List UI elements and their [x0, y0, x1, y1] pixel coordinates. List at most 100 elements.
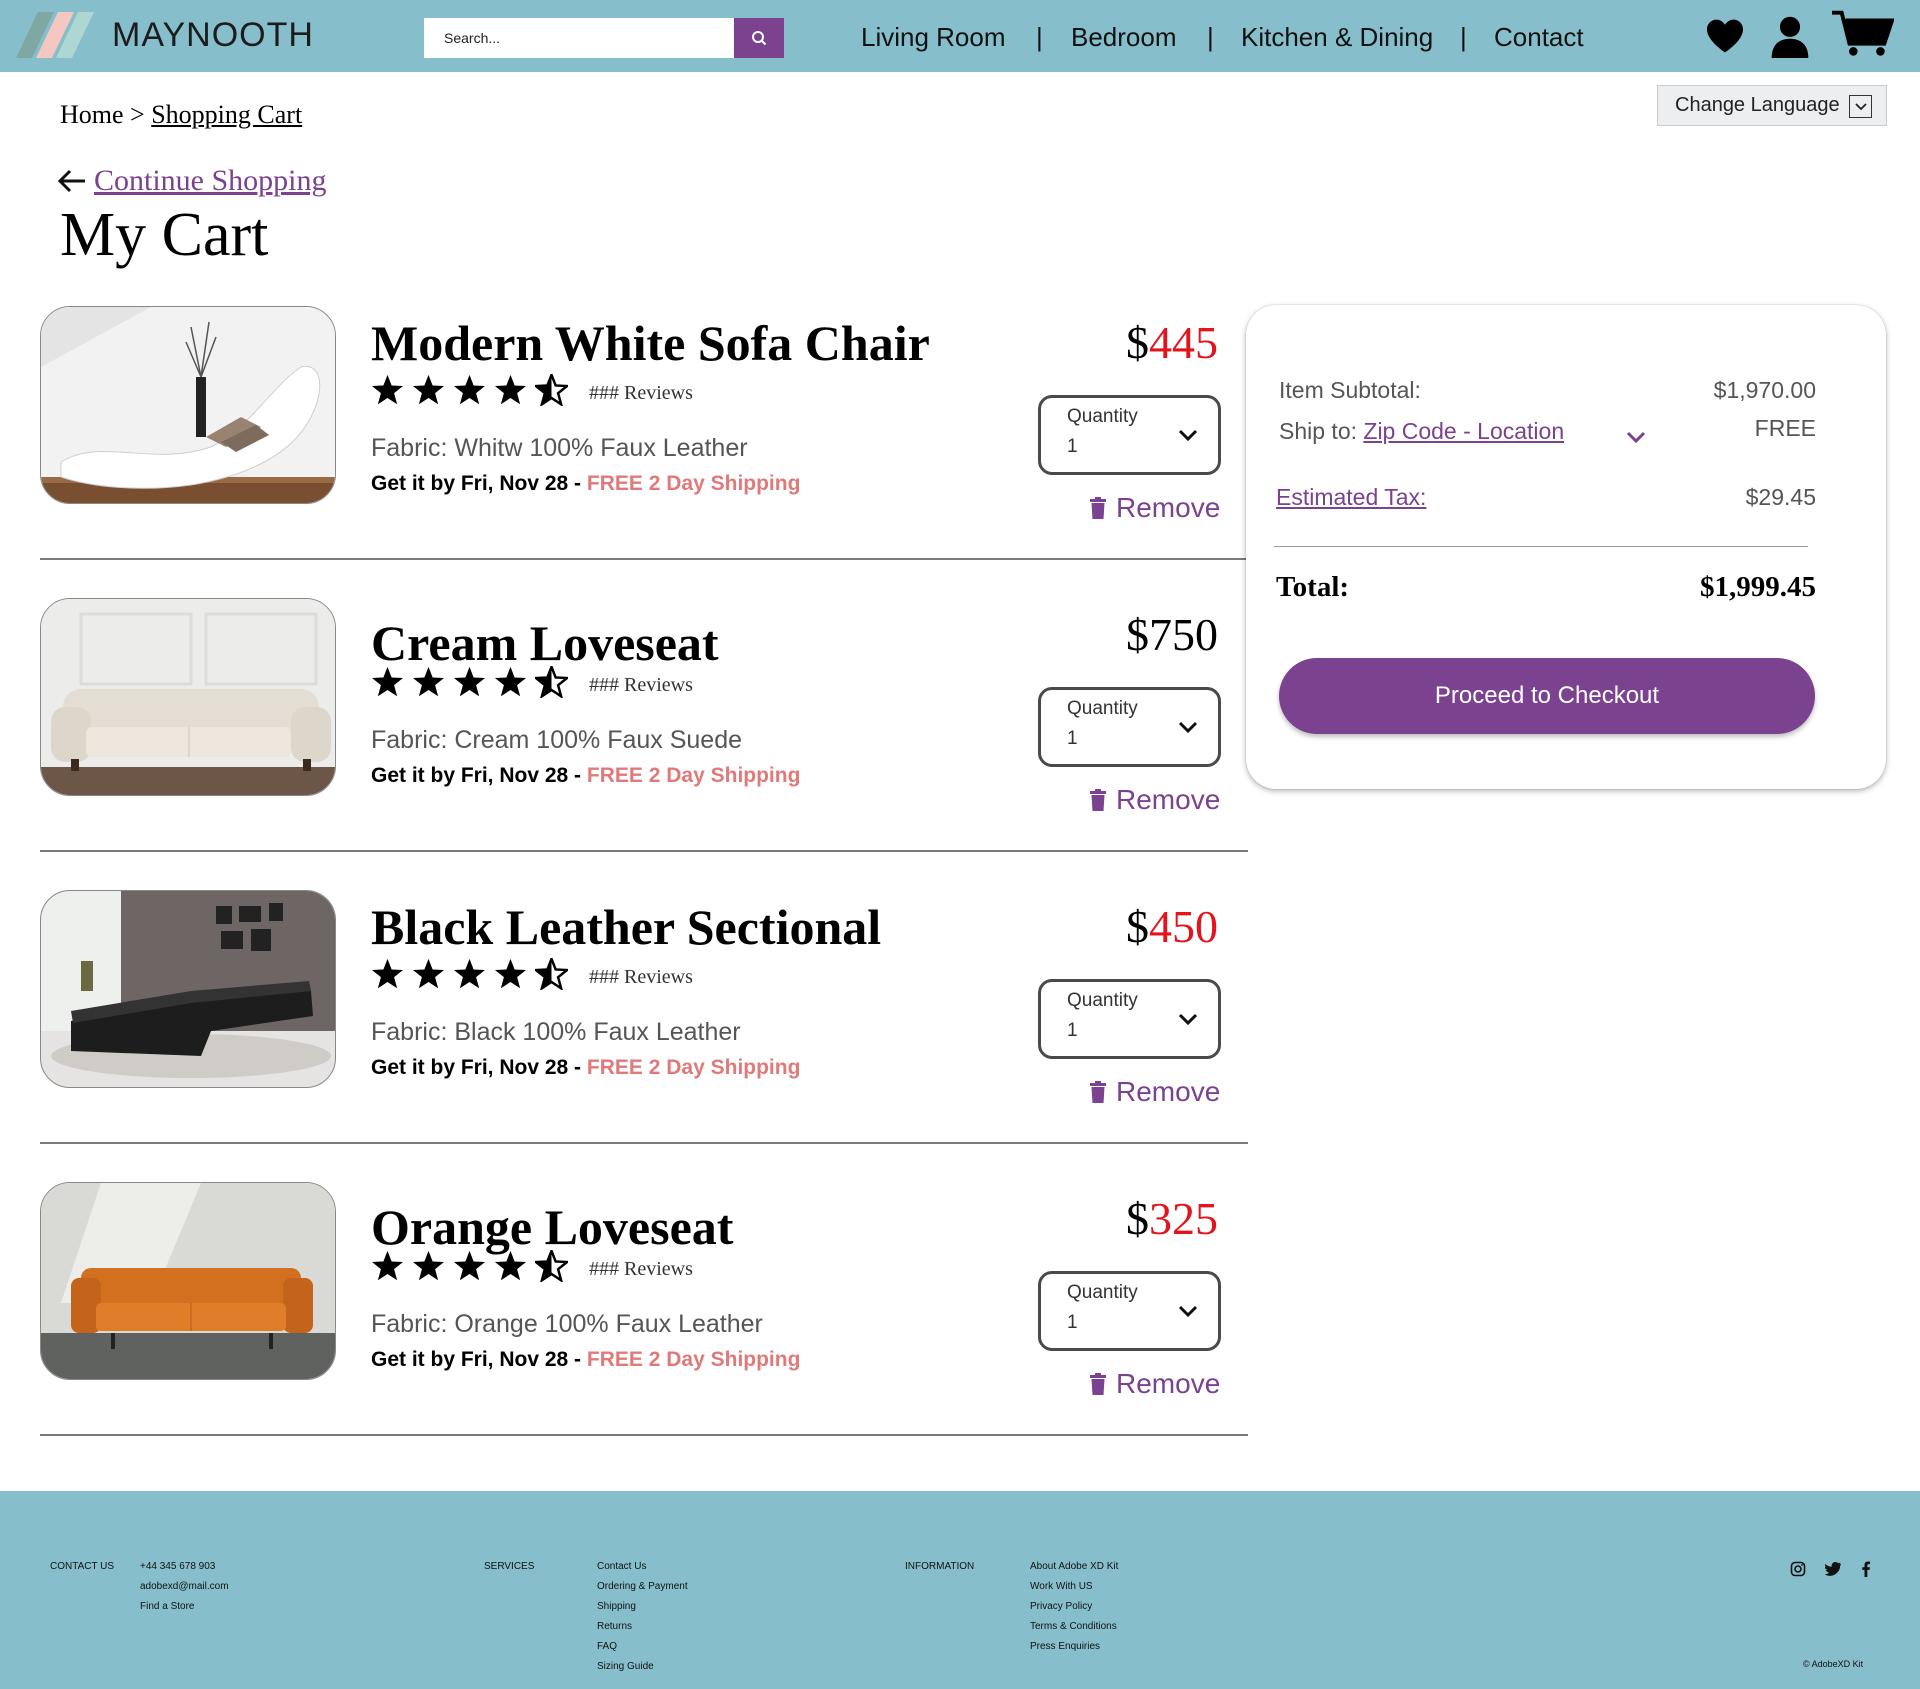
facebook-icon[interactable]	[1861, 1561, 1871, 1577]
order-summary: Item Subtotal: $1,970.00 Ship to: Zip Co…	[1246, 305, 1886, 789]
star-icon	[453, 374, 486, 411]
ship-to-label: Ship to:	[1279, 418, 1357, 444]
nav-separator: |	[1460, 22, 1467, 52]
quantity-select[interactable]: Quantity 1	[1038, 395, 1221, 475]
total-label: Total:	[1276, 571, 1350, 603]
quantity-select[interactable]: Quantity 1	[1038, 687, 1221, 767]
search-button[interactable]	[734, 18, 784, 58]
product-image-white-sofa-chair[interactable]	[40, 306, 336, 504]
footer-find-store[interactable]: Find a Store	[140, 1601, 229, 1612]
footer-link[interactable]: Sizing Guide	[597, 1661, 688, 1672]
trash-icon	[1090, 1373, 1106, 1395]
footer-link[interactable]: Contact Us	[597, 1561, 688, 1572]
star-icon	[412, 666, 445, 703]
instagram-icon[interactable]	[1790, 1561, 1806, 1577]
search-input[interactable]	[424, 18, 734, 58]
star-icon	[371, 1250, 404, 1287]
continue-shopping-label: Continue Shopping	[94, 164, 327, 197]
remove-button[interactable]: Remove	[1090, 784, 1220, 816]
remove-button[interactable]: Remove	[1090, 1076, 1220, 1108]
footer-link[interactable]: Work With US	[1030, 1581, 1118, 1592]
footer-link[interactable]: Privacy Policy	[1030, 1601, 1118, 1612]
star-icon	[412, 1250, 445, 1287]
proceed-to-checkout-button[interactable]: Proceed to Checkout	[1279, 658, 1815, 734]
divider	[40, 558, 1248, 560]
nav-kitchen-dining[interactable]: Kitchen & Dining	[1241, 22, 1433, 53]
nav-living-room[interactable]: Living Room	[861, 22, 1006, 53]
product-price: $445	[1126, 316, 1218, 369]
star-icon	[494, 1250, 527, 1287]
product-name[interactable]: Modern White Sofa Chair	[371, 314, 930, 372]
breadcrumb: Home > Shopping Cart	[60, 100, 302, 130]
zip-code-link[interactable]: Zip Code - Location	[1363, 418, 1564, 444]
chevron-down-icon	[1178, 1305, 1198, 1318]
footer-phone[interactable]: +44 345 678 903	[140, 1561, 229, 1572]
delivery-date: Get it by Fri, Nov 28 -	[371, 764, 587, 787]
star-icon	[371, 374, 404, 411]
remove-button[interactable]: Remove	[1090, 1368, 1220, 1400]
breadcrumb-current[interactable]: Shopping Cart	[151, 100, 302, 129]
quantity-value: 1	[1067, 728, 1078, 749]
rating-stars	[371, 663, 571, 703]
summary-divider	[1274, 546, 1808, 547]
remove-label: Remove	[1116, 1368, 1221, 1399]
price-amount: 450	[1149, 901, 1218, 952]
footer-link[interactable]: FAQ	[597, 1641, 688, 1652]
cart-item: Cream Loveseat ### Reviews Fabric: Cream…	[40, 598, 1248, 890]
remove-button[interactable]: Remove	[1090, 492, 1220, 524]
product-name[interactable]: Black Leather Sectional	[371, 898, 881, 956]
star-icon	[494, 374, 527, 411]
cart-icon[interactable]	[1832, 10, 1894, 58]
continue-shopping-link[interactable]: Continue Shopping	[58, 164, 327, 198]
nav-bedroom[interactable]: Bedroom	[1071, 22, 1177, 53]
chevron-down-icon[interactable]	[1626, 431, 1646, 444]
fabric-info: Fabric: Whitw 100% Faux Leather	[371, 434, 748, 462]
reviews-count[interactable]: ### Reviews	[589, 1258, 693, 1281]
remove-label: Remove	[1116, 492, 1221, 523]
price-currency: $	[1126, 901, 1149, 952]
estimated-tax-link[interactable]: Estimated Tax:	[1276, 484, 1426, 511]
breadcrumb-home[interactable]: Home	[60, 100, 124, 129]
price-amount: 325	[1149, 1193, 1218, 1244]
rating-stars	[371, 955, 571, 995]
nav-contact[interactable]: Contact	[1494, 22, 1584, 53]
footer-email[interactable]: adobexd@mail.com	[140, 1581, 229, 1592]
brand-logo-icon[interactable]	[14, 8, 104, 64]
half-star-icon	[532, 1247, 571, 1287]
footer-link[interactable]: Returns	[597, 1621, 688, 1632]
language-label: Change Language	[1675, 94, 1840, 116]
rating-stars	[371, 1247, 571, 1287]
footer-link[interactable]: Press Enquiries	[1030, 1641, 1118, 1652]
twitter-icon[interactable]	[1825, 1562, 1842, 1576]
footer-link[interactable]: Ordering & Payment	[597, 1581, 688, 1592]
quantity-select[interactable]: Quantity 1	[1038, 979, 1221, 1059]
reviews-count[interactable]: ### Reviews	[589, 674, 693, 697]
quantity-select[interactable]: Quantity 1	[1038, 1271, 1221, 1351]
product-image-orange-loveseat[interactable]	[40, 1182, 336, 1380]
user-icon[interactable]	[1768, 14, 1812, 58]
heart-icon[interactable]	[1705, 18, 1745, 54]
product-name[interactable]: Cream Loveseat	[371, 614, 719, 672]
star-icon	[494, 958, 527, 995]
product-name[interactable]: Orange Loveseat	[371, 1198, 733, 1256]
delivery-date: Get it by Fri, Nov 28 -	[371, 1348, 587, 1371]
quantity-label: Quantity	[1067, 406, 1138, 427]
language-select[interactable]: Change Language	[1657, 85, 1887, 126]
star-icon	[371, 666, 404, 703]
reviews-count[interactable]: ### Reviews	[589, 966, 693, 989]
footer-link[interactable]: Terms & Conditions	[1030, 1621, 1118, 1632]
footer-link[interactable]: About Adobe XD Kit	[1030, 1561, 1118, 1572]
star-icon	[494, 666, 527, 703]
rating-stars	[371, 371, 571, 411]
chevron-down-icon	[1178, 1013, 1198, 1026]
price-currency: $	[1126, 609, 1149, 660]
reviews-count[interactable]: ### Reviews	[589, 382, 693, 405]
breadcrumb-separator: >	[130, 100, 145, 129]
brand-name[interactable]: MAYNOOTH	[112, 16, 314, 55]
divider	[40, 1434, 1248, 1436]
delivery-date: Get it by Fri, Nov 28 -	[371, 1056, 587, 1079]
product-image-black-sectional[interactable]	[40, 890, 336, 1088]
footer-link[interactable]: Shipping	[597, 1601, 688, 1612]
footer-info-heading: INFORMATION	[905, 1561, 975, 1572]
product-image-cream-loveseat[interactable]	[40, 598, 336, 796]
